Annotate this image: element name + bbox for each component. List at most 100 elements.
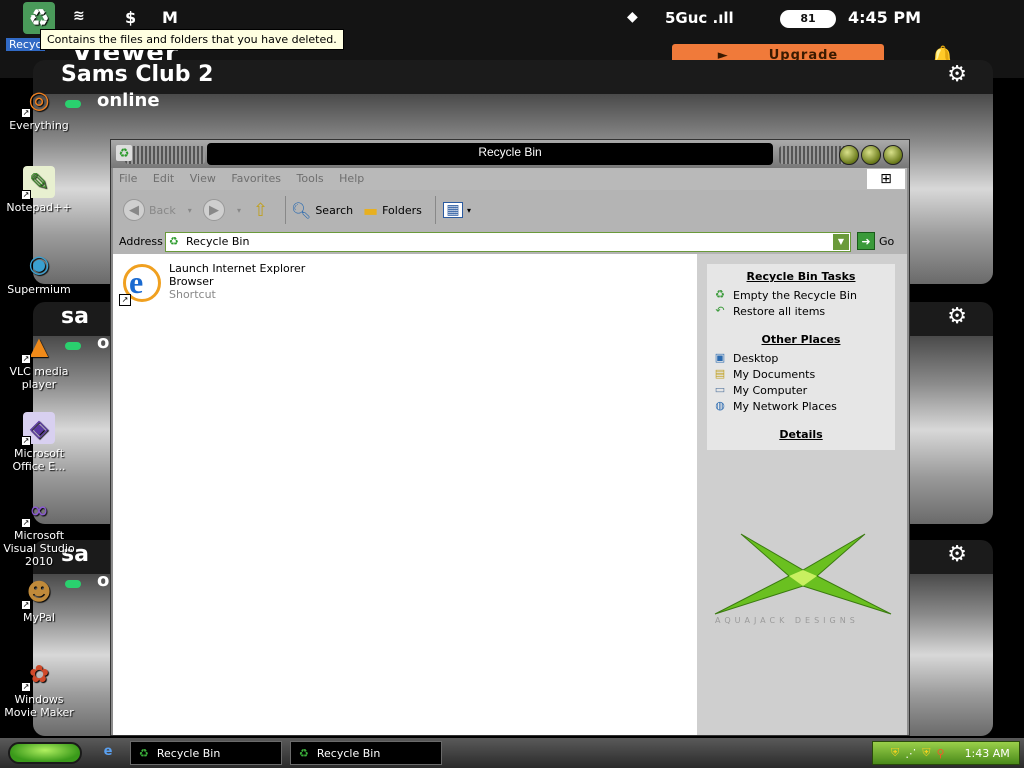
desktop-icon-movie-maker[interactable]: ✿ ↗ Windows Movie Maker <box>2 658 76 719</box>
taskbar-button-recycle-bin[interactable]: ♻ Recycle Bin <box>130 741 282 765</box>
window-title: Recycle Bin <box>478 145 542 159</box>
network-status: 5Guc .ıll <box>665 9 734 27</box>
menu-help[interactable]: Help <box>333 168 370 189</box>
gear-icon[interactable]: ⚙ <box>947 304 967 329</box>
everything-icon: ◎ ↗ <box>21 86 50 118</box>
desktop-link[interactable]: ▣ Desktop <box>707 350 895 366</box>
file-item[interactable]: e ↗ Launch Internet Explorer Browser Sho… <box>119 262 305 306</box>
back-label: Back <box>149 203 176 217</box>
desktop-icon-vlc[interactable]: ▲ ↗ VLC media player <box>2 330 76 391</box>
office-icon: ◈ ↗ <box>21 412 55 446</box>
network-icon[interactable]: ⋰ <box>905 747 916 760</box>
address-bar: Address ♻ Recycle Bin ▼ ➜ Go <box>113 230 907 254</box>
desktop-icon-label: VLC media player <box>9 365 69 391</box>
desktop-icon-label: Recyc <box>6 38 45 51</box>
desktop-icon-everything[interactable]: ◎ ↗ Everything <box>2 84 76 132</box>
chevron-down-icon[interactable]: ▾ <box>237 206 241 215</box>
empty-recycle-bin-link[interactable]: ♻ Empty the Recycle Bin <box>707 287 895 303</box>
taskbar-button-label: Recycle Bin <box>156 746 221 760</box>
folders-label: Folders <box>382 203 422 217</box>
recycle-bin-tasks-heading[interactable]: Recycle Bin Tasks <box>707 270 895 283</box>
other-places-heading[interactable]: Other Places <box>707 333 895 346</box>
up-folder-icon: ⇧ <box>253 199 269 221</box>
desktop-icon-mypal[interactable]: ☻ ↗ MyPal <box>2 576 76 624</box>
tooltip: Contains the files and folders that you … <box>40 29 344 50</box>
go-button[interactable]: ➜ Go <box>857 232 894 250</box>
up-folder-button[interactable]: ⇧ <box>253 198 268 222</box>
menu-tools[interactable]: Tools <box>291 168 330 189</box>
file-name-line1: Launch Internet Explorer <box>169 262 306 275</box>
movie-maker-icon: ✿ ↗ <box>21 660 50 692</box>
vlc-icon: ▲ ↗ <box>21 332 49 364</box>
location-icon: ◆ <box>627 9 638 25</box>
taskbar-button-recycle-bin[interactable]: ♻ Recycle Bin <box>290 741 442 765</box>
camera-status: online <box>97 90 160 111</box>
recycle-bin-icon: ♻ <box>139 746 149 760</box>
menu-view[interactable]: View <box>184 168 222 189</box>
desktop-icon-label: Supermium <box>7 283 71 296</box>
phone-clock: 4:45 PM <box>848 8 922 27</box>
brand-text: AQUAJACK DESIGNS <box>715 616 859 625</box>
desktop-icon-office[interactable]: ◈ ↗ Microsoft Office E... <box>2 412 76 473</box>
minimize-button[interactable] <box>839 145 859 165</box>
details-heading[interactable]: Details <box>707 428 895 441</box>
desktop-icon-supermium[interactable]: ◉ Supermium <box>2 248 76 296</box>
file-list[interactable]: e ↗ Launch Internet Explorer Browser Sho… <box>113 254 697 735</box>
views-button[interactable]: ▦ ▾ <box>443 198 471 222</box>
camera-status: o <box>97 570 110 591</box>
mail-icon: M <box>162 8 178 27</box>
title-bar[interactable]: ♻ Recycle Bin <box>111 140 909 168</box>
address-value: Recycle Bin <box>186 235 250 248</box>
search-icon: 🔍︎ <box>291 200 312 220</box>
shield-icon[interactable]: ⛨ <box>891 746 899 760</box>
chevron-down-icon[interactable]: ▾ <box>188 206 192 215</box>
network-icon: ◍ <box>715 399 725 412</box>
search-label: Search <box>315 203 354 217</box>
search-button[interactable]: 🔍︎ Search <box>291 198 353 222</box>
desktop-icon-visual-studio[interactable]: ∞ ↗ Microsoft Visual Studio 2010 <box>2 494 76 568</box>
shortcut-arrow-icon: ↗ <box>119 294 131 306</box>
windows-logo-icon: ⊞ <box>867 169 905 189</box>
my-documents-link[interactable]: ▤ My Documents <box>707 366 895 382</box>
task-pane-box: Recycle Bin Tasks ♻ Empty the Recycle Bi… <box>707 264 895 450</box>
menu-file[interactable]: File <box>113 168 143 189</box>
supermium-icon: ◉ <box>28 250 50 278</box>
my-computer-link[interactable]: ▭ My Computer <box>707 382 895 398</box>
clock[interactable]: 1:43 AM <box>965 747 1010 760</box>
restore-all-items-link[interactable]: ↶ Restore all items <box>707 303 895 319</box>
address-label: Address <box>119 235 163 248</box>
ie-letter: e <box>129 264 144 300</box>
address-input[interactable]: ♻ Recycle Bin ▼ <box>165 232 851 252</box>
my-network-places-link[interactable]: ◍ My Network Places <box>707 398 895 414</box>
go-label: Go <box>879 234 895 248</box>
menu-favorites[interactable]: Favorites <box>225 168 287 189</box>
mypal-icon: ☻ ↗ <box>21 578 52 610</box>
documents-icon: ▤ <box>714 367 726 380</box>
start-button[interactable] <box>8 742 82 764</box>
menu-edit[interactable]: Edit <box>147 168 180 189</box>
taskbar: e ♻ Recycle Bin ♻ Recycle Bin ⛨ ⋰ ⛨ ⚲ 1:… <box>0 738 1024 768</box>
go-arrow-icon: ➜ <box>857 232 875 250</box>
recycle-bin-icon: ♻ <box>169 235 179 248</box>
forward-button[interactable]: ▶ ▾ <box>203 198 241 222</box>
gear-icon[interactable]: ⚙ <box>947 62 967 87</box>
folders-button[interactable]: ▬ Folders <box>363 198 422 222</box>
gear-icon[interactable]: ⚙ <box>947 542 967 567</box>
desktop-icon-notepad-plus-plus[interactable]: ✎ ↗ Notepad++ <box>2 166 76 214</box>
toolbar: ◀ Back ▾ ▶ ▾ ⇧ 🔍︎ Search ▬ Folders ▦ ▾ <box>113 190 907 230</box>
desktop-icon-label: MyPal <box>23 611 55 624</box>
recycle-bin-icon: ♻ <box>299 746 309 760</box>
recycle-bin-icon: ♻ <box>715 288 725 301</box>
maximize-button[interactable] <box>861 145 881 165</box>
desktop-icon: ▣ <box>714 351 726 364</box>
security-icon[interactable]: ⛨ <box>922 746 930 760</box>
close-button[interactable] <box>883 145 903 165</box>
chevron-down-icon[interactable]: ▼ <box>833 234 849 250</box>
internet-explorer-icon[interactable]: e <box>100 744 116 760</box>
search-icon[interactable]: ⚲ <box>937 747 945 760</box>
camera-name: Sams Club 2 <box>61 62 214 87</box>
back-button[interactable]: ◀ Back ▾ <box>123 198 192 222</box>
link-label: Restore all items <box>733 304 826 318</box>
task-pane: Recycle Bin Tasks ♻ Empty the Recycle Bi… <box>697 254 907 735</box>
menu-bar: File Edit View Favorites Tools Help ⊞ <box>113 168 907 190</box>
